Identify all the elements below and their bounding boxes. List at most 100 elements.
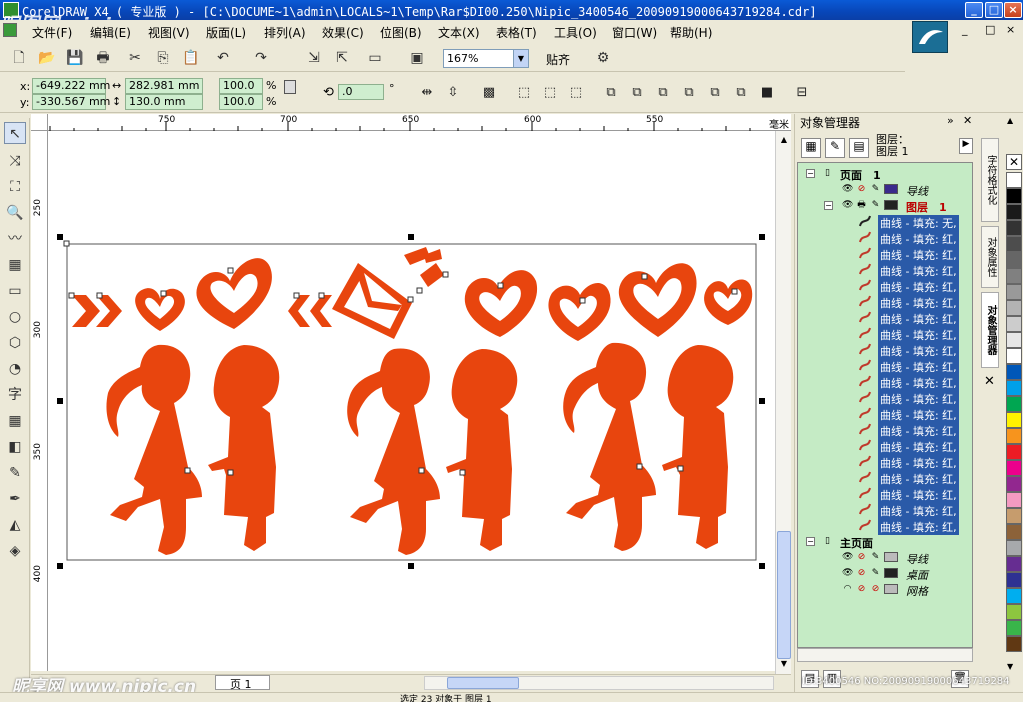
vertical-ruler[interactable]: 250 300 350 400: [31, 131, 48, 671]
tree-curve-object[interactable]: 曲线 - 填充: 红,: [798, 357, 972, 375]
collapse-icon[interactable]: −: [824, 201, 833, 210]
options-icon[interactable]: ⚙: [594, 49, 612, 67]
zoom-tool-icon[interactable]: 🔍: [4, 202, 26, 224]
align-distribute-icon[interactable]: ⊟: [793, 84, 811, 102]
menu-help[interactable]: 帮助(H): [670, 24, 712, 41]
table-tool-icon[interactable]: ▦: [4, 410, 26, 432]
zoom-level-select[interactable]: 167% ▼: [443, 49, 529, 68]
trim-icon[interactable]: ⧉: [628, 84, 646, 102]
tree-desktop[interactable]: 👁 ⊘ ✎ 桌面: [798, 565, 972, 582]
eye-icon[interactable]: 👁: [842, 200, 853, 210]
color-swatch[interactable]: [1006, 252, 1022, 268]
tree-layer-1[interactable]: − 👁 🖶 ✎ 图层 1: [798, 197, 972, 214]
tree-curve-object[interactable]: 曲线 - 填充: 红,: [798, 245, 972, 263]
menu-edit[interactable]: 编辑(E): [90, 24, 131, 41]
new-file-icon[interactable]: 🗋: [10, 49, 28, 67]
copy-icon[interactable]: ⎘: [154, 49, 172, 67]
collapse-icon[interactable]: −: [806, 169, 815, 178]
color-swatch[interactable]: [1006, 364, 1022, 380]
paste-icon[interactable]: 📋: [182, 49, 200, 67]
tree-curve-object[interactable]: 曲线 - 填充: 红,: [798, 309, 972, 327]
color-swatch[interactable]: [1006, 268, 1022, 284]
color-swatch[interactable]: [1006, 444, 1022, 460]
tab-object-properties[interactable]: 对象属性: [981, 226, 999, 288]
maximize-button[interactable]: □: [985, 2, 1003, 18]
tree-curve-object[interactable]: 曲线 - 填充: 红,: [798, 373, 972, 391]
scale-x-input[interactable]: 100.0: [219, 78, 263, 94]
tree-curve-object[interactable]: 曲线 - 填充: 红,: [798, 453, 972, 471]
palette-scroll-up-icon[interactable]: ▲: [1007, 116, 1013, 125]
height-input[interactable]: 130.0 mm: [125, 94, 203, 110]
layer-manager-view-icon[interactable]: ▤: [849, 138, 869, 158]
mirror-vertical-icon[interactable]: ⇳: [444, 84, 462, 102]
edit-disabled-icon[interactable]: ⊘: [870, 584, 881, 594]
color-swatch[interactable]: [1006, 476, 1022, 492]
color-swatch[interactable]: [1006, 588, 1022, 604]
tree-curve-object[interactable]: 曲线 - 填充: 红,: [798, 405, 972, 423]
color-swatch[interactable]: [1006, 172, 1022, 188]
color-swatch[interactable]: [1006, 332, 1022, 348]
docker-close-icon[interactable]: ✕: [963, 114, 972, 127]
tab-object-manager[interactable]: 对象管理器: [981, 292, 999, 368]
doc-restore-button[interactable]: □: [985, 23, 995, 36]
x-position-input[interactable]: -649.222 mm: [32, 78, 110, 94]
crop-tool-icon[interactable]: ⛶: [4, 176, 26, 198]
object-tree[interactable]: − ▯ 页面 1 👁 ⊘ ✎ 导线 − 👁 🖶 ✎ 图层 1 曲线 - 填充: …: [797, 162, 973, 648]
color-swatch[interactable]: [1006, 636, 1022, 652]
y-position-input[interactable]: -330.567 mm: [32, 94, 110, 110]
printer-icon[interactable]: 🖶: [856, 200, 867, 210]
group-icon[interactable]: ⬚: [515, 84, 533, 102]
import-icon[interactable]: ⇲: [305, 49, 323, 67]
docker-collapse-icon[interactable]: »: [947, 114, 954, 127]
menu-bitmaps[interactable]: 位图(B): [380, 24, 422, 41]
back-minus-front-icon[interactable]: ⧉: [732, 84, 750, 102]
doc-minimize-button[interactable]: _: [962, 23, 968, 36]
color-swatch[interactable]: [1006, 556, 1022, 572]
width-input[interactable]: 282.981 mm: [125, 78, 203, 94]
smart-fill-tool-icon[interactable]: ▦: [4, 254, 26, 276]
pencil-icon[interactable]: ✎: [870, 552, 881, 562]
zoom-dropdown-chevron-icon[interactable]: ▼: [513, 50, 528, 67]
save-icon[interactable]: 💾: [66, 49, 84, 67]
tree-curve-object[interactable]: 曲线 - 填充: 红,: [798, 517, 972, 535]
ungroup-all-icon[interactable]: ⬚: [567, 84, 585, 102]
eyedropper-tool-icon[interactable]: ✎: [4, 462, 26, 484]
tree-master-page[interactable]: − ▯ 主页面: [798, 533, 972, 550]
application-launcher-icon[interactable]: ▭: [366, 49, 384, 67]
pencil-icon[interactable]: ✎: [870, 200, 881, 210]
tree-curve-object[interactable]: 曲线 - 填充: 红,: [798, 325, 972, 343]
color-swatch[interactable]: [1006, 284, 1022, 300]
tab-character-formatting[interactable]: 字符格式化: [981, 138, 999, 222]
page-tab-1[interactable]: 页 1: [215, 675, 270, 691]
lock-ratio-icon[interactable]: [284, 80, 296, 94]
color-swatch[interactable]: [1006, 460, 1022, 476]
menu-view[interactable]: 视图(V): [148, 24, 190, 41]
ellipse-tool-icon[interactable]: ○: [4, 306, 26, 328]
color-swatch[interactable]: [1006, 300, 1022, 316]
front-minus-back-icon[interactable]: ⧉: [706, 84, 724, 102]
outline-tool-icon[interactable]: ✒: [4, 488, 26, 510]
rotation-angle-input[interactable]: .0: [338, 84, 384, 100]
rectangle-tool-icon[interactable]: ▭: [4, 280, 26, 302]
eye-icon[interactable]: 👁: [842, 184, 853, 194]
side-tab-close-icon[interactable]: ✕: [984, 374, 995, 389]
print-disabled-icon[interactable]: ⊘: [856, 584, 867, 594]
tree-curve-object[interactable]: 曲线 - 填充: 红,: [798, 437, 972, 455]
intersect-icon[interactable]: ⧉: [654, 84, 672, 102]
simplify-icon[interactable]: ⧉: [680, 84, 698, 102]
color-swatch[interactable]: [1006, 540, 1022, 556]
close-button[interactable]: ×: [1004, 2, 1022, 18]
wrap-text-icon[interactable]: ▩: [480, 84, 498, 102]
scroll-down-icon[interactable]: ▼: [777, 657, 791, 671]
pencil-icon[interactable]: ✎: [870, 184, 881, 194]
cut-icon[interactable]: ✂: [126, 49, 144, 67]
collapse-icon[interactable]: −: [806, 537, 815, 546]
color-swatch[interactable]: [1006, 572, 1022, 588]
menu-layout[interactable]: 版面(L): [206, 24, 246, 41]
document-icon[interactable]: [3, 23, 17, 37]
tree-curve-object[interactable]: 曲线 - 填充: 红,: [798, 261, 972, 279]
scroll-up-icon[interactable]: ▲: [777, 133, 791, 147]
tree-curve-object[interactable]: 曲线 - 填充: 红,: [798, 293, 972, 311]
tree-curve-object[interactable]: 曲线 - 填充: 无,: [798, 213, 972, 231]
color-swatch[interactable]: [1006, 220, 1022, 236]
